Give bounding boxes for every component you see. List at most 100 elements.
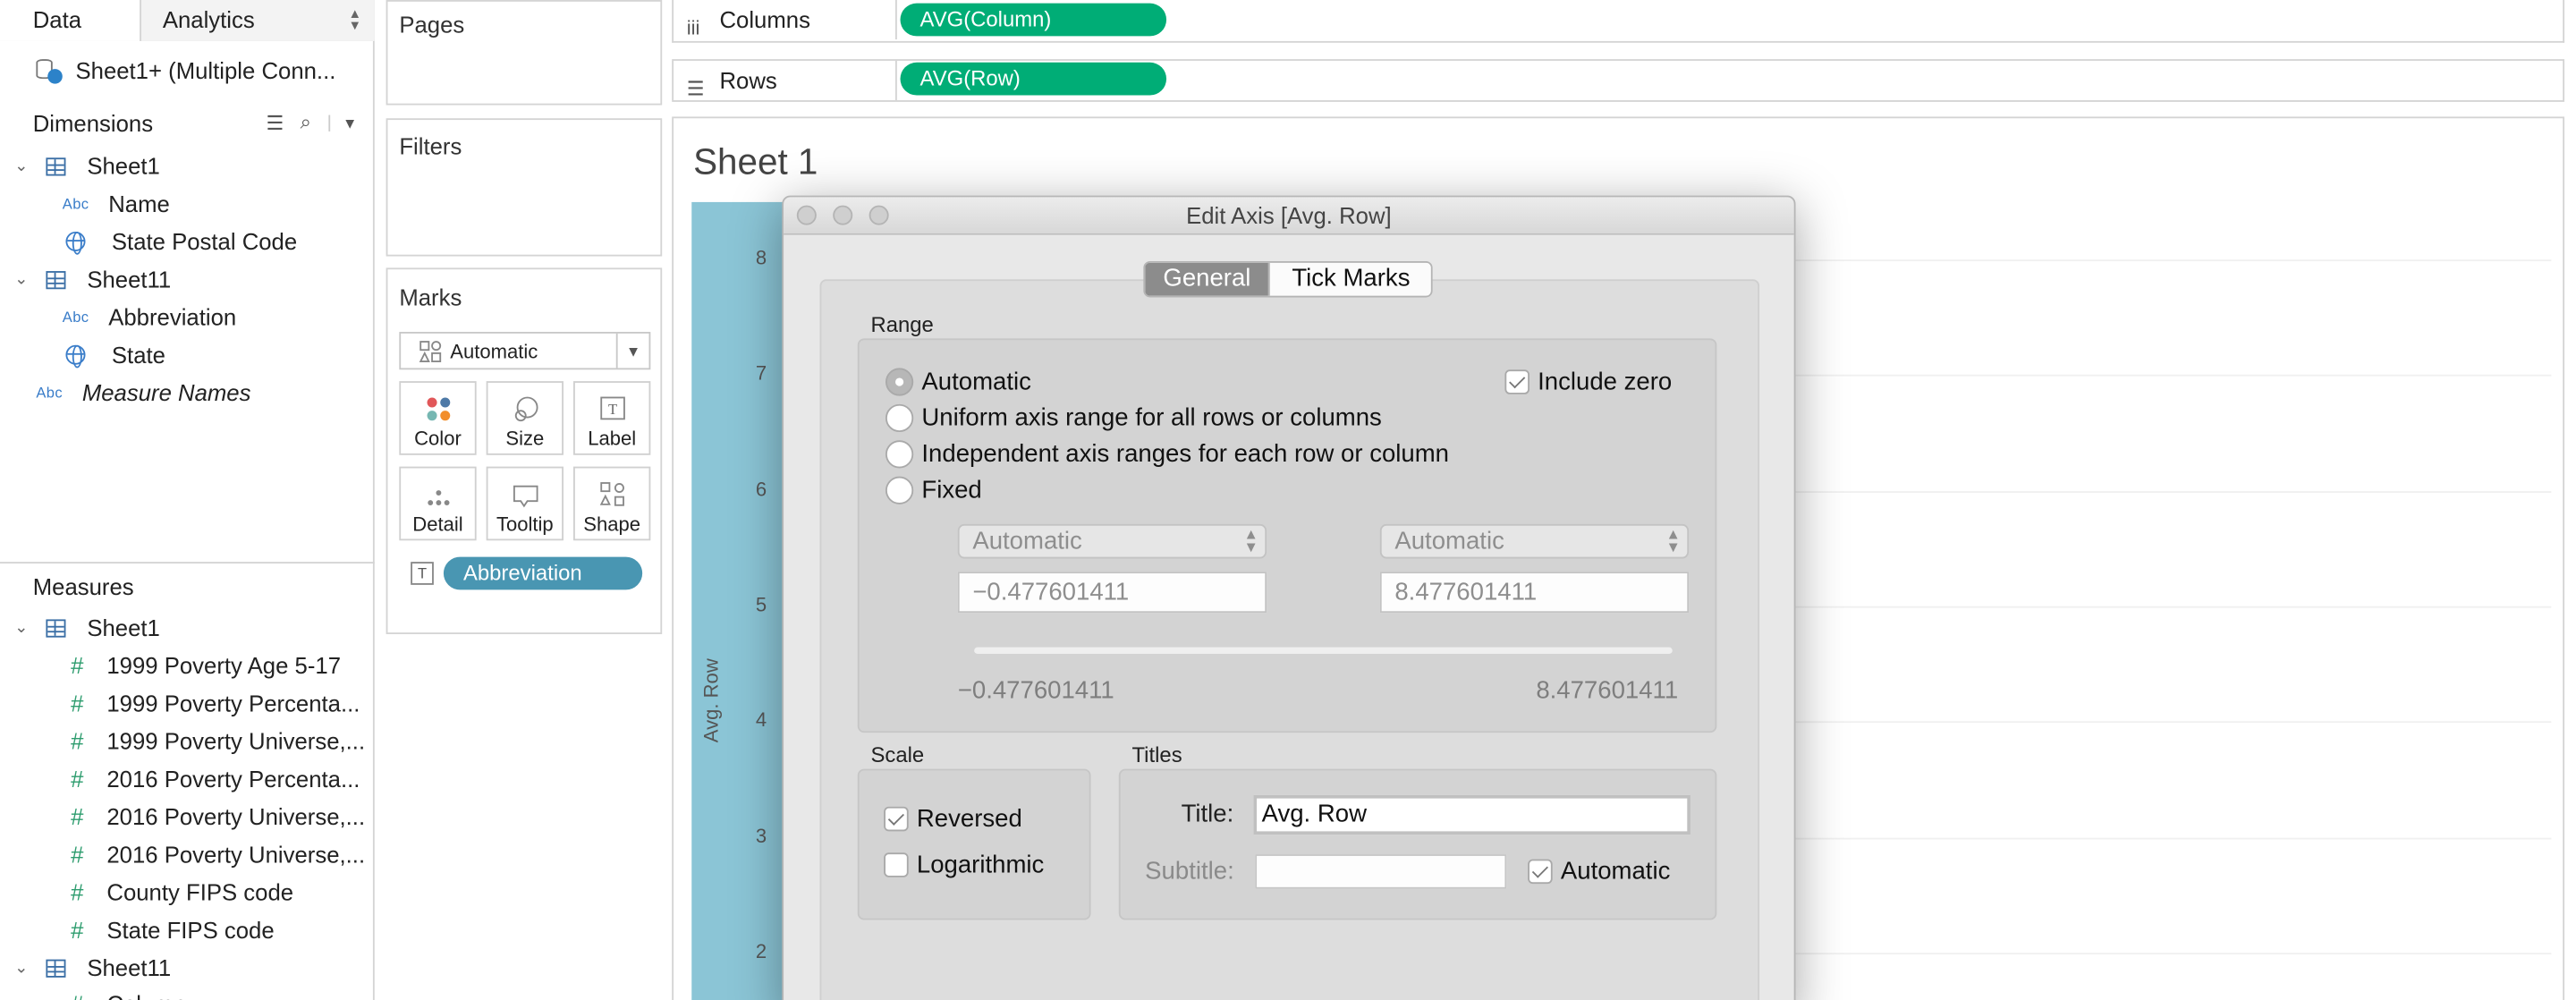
mark-type-dropdown[interactable]: Automatic ▼ xyxy=(399,332,651,370)
range-option-automatic[interactable]: Automatic xyxy=(885,368,1031,396)
measure-field[interactable]: # 1999 Poverty Percenta... xyxy=(63,685,360,721)
automatic-mark-icon xyxy=(419,339,442,362)
dimension-group-sheet1[interactable]: ⌄ Sheet1 xyxy=(13,148,160,183)
subtitle-automatic-checkbox[interactable]: Automatic xyxy=(1528,858,1670,886)
reversed-checkbox[interactable]: Reversed xyxy=(884,805,1022,833)
svg-text:T: T xyxy=(607,401,616,418)
field-label: 1999 Poverty Percenta... xyxy=(106,690,360,716)
chevron-down-icon[interactable]: ⌄ xyxy=(13,157,30,174)
label-button[interactable]: T Label xyxy=(573,381,651,455)
checkbox-checked-icon[interactable] xyxy=(1504,369,1530,394)
table-icon xyxy=(46,270,66,289)
dimension-field-measure-names[interactable]: Abc Measure Names xyxy=(36,375,250,411)
tooltip-icon xyxy=(487,468,562,508)
measures-title: Measures xyxy=(32,573,134,600)
range-option-uniform[interactable]: Uniform axis range for all rows or colum… xyxy=(885,403,1382,433)
checkbox-checked-icon[interactable] xyxy=(1528,859,1553,885)
measure-field[interactable]: # 1999 Poverty Age 5-17 xyxy=(63,648,341,683)
radio-automatic[interactable] xyxy=(885,368,914,396)
chevron-down-icon[interactable]: ⌄ xyxy=(13,270,30,288)
number-type-icon: # xyxy=(71,916,84,944)
columns-pill[interactable]: AVG(Column) xyxy=(900,3,1167,37)
columns-label: iii Columns xyxy=(674,0,897,40)
fixed-start-mode-select[interactable]: Automatic ▲ ▼ xyxy=(957,523,1267,559)
tooltip-button[interactable]: Tooltip xyxy=(486,466,564,541)
rows-label: ☰ Rows xyxy=(674,60,897,101)
abbreviation-marks-pill[interactable]: Abbreviation xyxy=(443,556,643,590)
size-button[interactable]: Size xyxy=(486,381,564,455)
measure-group-sheet1[interactable]: ⌄ Sheet1 xyxy=(13,609,160,645)
chevron-down-icon: ▼ xyxy=(615,333,649,369)
title-input[interactable]: Avg. Row xyxy=(1253,794,1690,835)
columns-icon: iii xyxy=(686,16,700,40)
measure-field[interactable]: # 2016 Poverty Percenta... xyxy=(63,760,360,796)
shape-label: Shape xyxy=(583,513,641,536)
color-button[interactable]: Color xyxy=(399,381,477,455)
checkbox-unchecked-icon[interactable] xyxy=(884,852,909,877)
range-slider[interactable] xyxy=(974,647,1673,655)
include-zero-label: Include zero xyxy=(1538,368,1673,396)
chevron-down-icon[interactable]: ⌄ xyxy=(13,619,30,637)
radio-uniform[interactable] xyxy=(885,403,914,433)
label-icon: T xyxy=(575,383,649,422)
list-view-icon[interactable]: ☰ xyxy=(267,111,284,134)
measure-field[interactable]: # 2016 Poverty Universe,... xyxy=(63,836,365,872)
fixed-start-input[interactable]: −0.477601411 xyxy=(957,572,1267,614)
string-type-icon: Abc xyxy=(62,195,89,212)
tab-data[interactable]: Data xyxy=(0,0,141,41)
axis-tick-label: 7 xyxy=(755,361,767,385)
measure-group-sheet11[interactable]: ⌄ Sheet11 xyxy=(13,950,171,986)
chevron-down-icon[interactable]: ⌄ xyxy=(13,959,30,977)
shape-button[interactable]: Shape xyxy=(573,466,651,541)
filters-shelf[interactable]: Filters xyxy=(386,118,663,257)
measure-field[interactable]: # 2016 Poverty Universe,... xyxy=(63,799,365,835)
rows-icon: ☰ xyxy=(686,77,705,101)
include-zero-checkbox[interactable]: Include zero xyxy=(1504,368,1673,396)
dimension-field-state[interactable]: State xyxy=(63,337,165,373)
search-icon[interactable]: ⌕ xyxy=(301,110,311,135)
range-option-fixed[interactable]: Fixed xyxy=(885,476,982,504)
measure-field[interactable]: # County FIPS code xyxy=(63,874,293,910)
dialog-titlebar[interactable]: Edit Axis [Avg. Row] xyxy=(784,197,1794,235)
tab-general[interactable]: General xyxy=(1145,262,1269,296)
logarithmic-checkbox[interactable]: Logarithmic xyxy=(884,851,1044,879)
dimension-field-name[interactable]: Abc Name xyxy=(63,186,170,222)
measure-field[interactable]: # Column xyxy=(63,986,186,1000)
number-type-icon: # xyxy=(71,841,84,868)
field-label: 2016 Poverty Universe,... xyxy=(106,803,366,830)
dimension-field-state-postal-code[interactable]: State Postal Code xyxy=(63,224,297,259)
axis-tick-label: 6 xyxy=(755,478,767,502)
dimension-group-sheet11[interactable]: ⌄ Sheet11 xyxy=(13,261,171,297)
subtitle-input[interactable] xyxy=(1255,854,1507,889)
dimension-field-abbreviation[interactable]: Abc Abbreviation xyxy=(63,299,236,335)
titles-group xyxy=(1118,768,1717,920)
field-label: Column xyxy=(106,991,186,1000)
detail-button[interactable]: Detail xyxy=(399,466,477,541)
axis-tick-label: 8 xyxy=(755,246,767,270)
radio-fixed[interactable] xyxy=(885,476,914,504)
dialog-title: Edit Axis [Avg. Row] xyxy=(1186,201,1392,229)
pages-shelf[interactable]: Pages xyxy=(386,0,663,106)
menu-dropdown-icon[interactable]: ▼ xyxy=(327,114,357,131)
checkbox-checked-icon[interactable] xyxy=(884,806,909,832)
range-min-label: −0.477601411 xyxy=(957,676,1114,705)
sheet-title[interactable]: Sheet 1 xyxy=(693,141,818,184)
rows-pill[interactable]: AVG(Row) xyxy=(900,62,1167,96)
measure-field[interactable]: # 1999 Poverty Universe,... xyxy=(63,723,365,758)
axis-title[interactable]: Avg. Row xyxy=(699,658,723,742)
tab-analytics[interactable]: Analytics ▲ ▼ xyxy=(140,0,375,41)
data-pane: Data Analytics ▲ ▼ Sheet1+ (Multiple Conn… xyxy=(0,0,375,1000)
number-type-icon: # xyxy=(71,727,84,755)
datasource-item[interactable]: Sheet1+ (Multiple Conn... xyxy=(33,55,335,88)
datasource-icon xyxy=(33,57,63,84)
measure-group-label: Sheet1 xyxy=(87,614,160,641)
pane-divider[interactable] xyxy=(0,562,375,564)
field-label: 1999 Poverty Universe,... xyxy=(106,727,366,755)
fixed-end-mode-select[interactable]: Automatic ▲ ▼ xyxy=(1379,523,1690,559)
reversed-label: Reversed xyxy=(916,804,1022,834)
measure-field[interactable]: # State FIPS code xyxy=(63,911,274,947)
fixed-end-input[interactable]: 8.477601411 xyxy=(1379,572,1690,614)
tab-tick-marks[interactable]: Tick Marks xyxy=(1268,262,1432,296)
radio-independent[interactable] xyxy=(885,440,914,469)
range-option-independent[interactable]: Independent axis ranges for each row or … xyxy=(885,440,1449,469)
